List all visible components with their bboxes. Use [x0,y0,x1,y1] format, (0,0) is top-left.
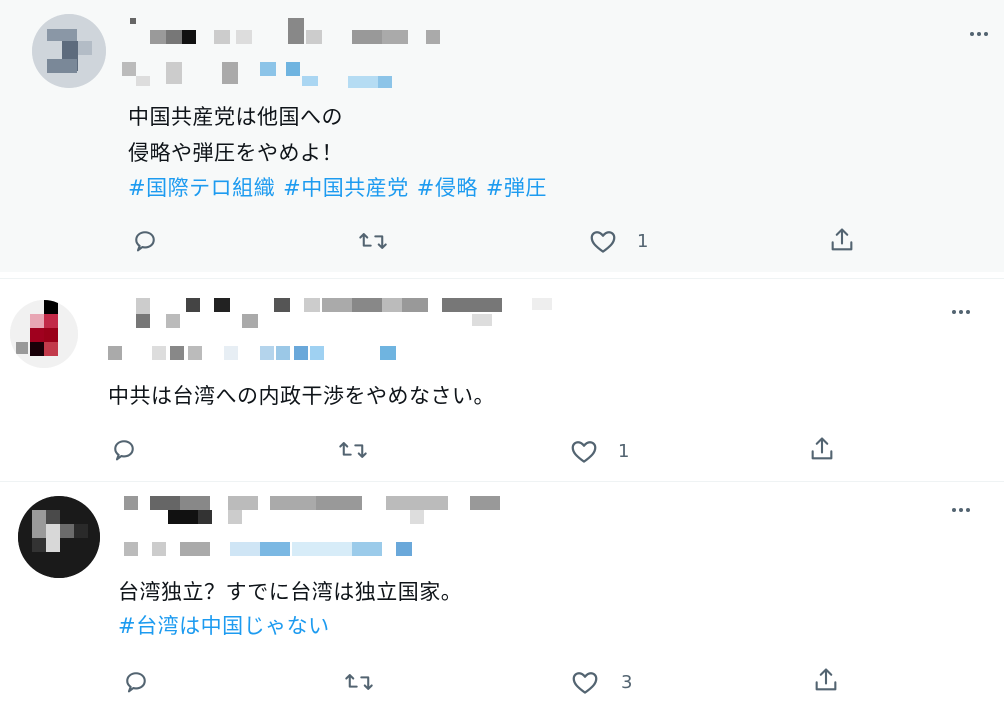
author-name-obscured[interactable] [120,496,520,530]
hashtag-link[interactable]: #弾圧 [486,176,547,200]
hashtag-link[interactable]: #台湾は中国じゃない [118,614,330,638]
hashtag-row: #台湾は中国じゃない [118,612,338,640]
author-name-obscured[interactable] [122,18,472,48]
retweet-icon[interactable] [358,227,388,255]
tweet-text-line-1: 中国共産党は他国への [128,105,343,129]
avatar[interactable] [32,14,106,88]
tweet-text-line-1: 台湾独立？すでに台湾は独立国家。 [118,580,463,604]
author-handle-obscured[interactable] [122,58,422,88]
author-handle-obscured[interactable] [104,344,424,366]
avatar[interactable] [10,300,78,368]
tweet-3[interactable]: 台湾独立？すでに台湾は独立国家。 #台湾は中国じゃない 3 [0,482,1004,721]
share-icon[interactable] [828,226,856,254]
more-icon[interactable] [944,302,978,322]
divider [0,278,1004,279]
author-handle-obscured[interactable] [120,540,440,562]
share-icon[interactable] [812,666,840,694]
like-count: 1 [637,231,649,252]
like-count: 1 [618,441,630,462]
tweet-text-line-1: 中共は台湾への内政干渉をやめなさい。 [108,384,495,408]
retweet-icon[interactable] [344,668,374,696]
retweet-icon[interactable] [338,436,368,464]
tweet-1[interactable]: 中国共産党は他国への 侵略や弾圧をやめよ！ #国際テロ組織 #中国共産党 #侵略 #弾… [0,0,1004,272]
heart-icon[interactable] [588,227,618,255]
more-icon[interactable] [944,500,978,520]
reply-icon[interactable] [122,668,150,696]
author-name-obscured[interactable] [132,298,592,332]
more-icon[interactable] [962,24,996,44]
tweet-text-line-2: 侵略や弾圧をやめよ！ [128,141,343,165]
hashtag-link[interactable]: #中国共産党 [283,176,409,200]
heart-icon[interactable] [569,437,599,465]
hashtag-row: #国際テロ組織 #中国共産党 #侵略 #弾圧 [128,174,555,202]
reply-icon[interactable] [131,227,159,255]
hashtag-link[interactable]: #侵略 [417,176,478,200]
reply-icon[interactable] [110,436,138,464]
hashtag-link[interactable]: #国際テロ組織 [128,176,275,200]
like-count: 3 [621,672,633,693]
tweet-2[interactable]: 中共は台湾への内政干渉をやめなさい。 1 [0,280,1004,480]
share-icon[interactable] [808,435,836,463]
avatar[interactable] [18,496,100,578]
heart-icon[interactable] [570,668,600,696]
